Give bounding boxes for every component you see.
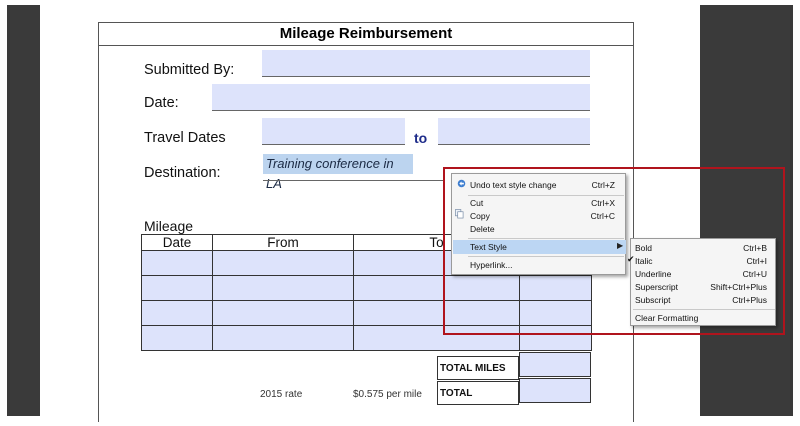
travel-dates-label: Travel Dates: [144, 130, 226, 146]
annotation-highlight-box: [443, 167, 785, 335]
column-header-date: Date: [141, 234, 213, 251]
date-field[interactable]: [212, 84, 590, 111]
submitted-by-field[interactable]: [262, 50, 590, 77]
table-cell[interactable]: [141, 250, 213, 276]
destination-label: Destination:: [144, 165, 221, 181]
column-header-from: From: [212, 234, 354, 251]
rate-label: 2015 rate: [260, 389, 303, 400]
travel-date-start-field[interactable]: [262, 118, 405, 145]
form-title: Mileage Reimbursement: [99, 23, 633, 46]
travel-date-end-field[interactable]: [438, 118, 590, 145]
destination-field-selected-text[interactable]: Training conference in LA: [263, 154, 413, 191]
total-miles-field[interactable]: [519, 352, 591, 377]
table-cell[interactable]: [141, 325, 213, 351]
submitted-by-label: Submitted By:: [144, 62, 235, 78]
total-field[interactable]: [519, 378, 591, 403]
table-cell[interactable]: [212, 325, 354, 351]
table-cell[interactable]: [212, 250, 354, 276]
to-label: to: [414, 130, 428, 146]
total-miles-label: TOTAL MILES: [437, 356, 519, 380]
table-cell[interactable]: [212, 300, 354, 326]
date-label: Date:: [144, 95, 179, 111]
total-label: TOTAL: [437, 381, 519, 405]
table-cell[interactable]: [141, 275, 213, 301]
table-cell[interactable]: [212, 275, 354, 301]
table-cell[interactable]: [141, 300, 213, 326]
viewer-left-margin: [7, 5, 40, 416]
mileage-label: Mileage: [144, 218, 194, 234]
rate-value: $0.575 per mile: [353, 389, 422, 400]
destination-field-underline: [263, 180, 443, 181]
